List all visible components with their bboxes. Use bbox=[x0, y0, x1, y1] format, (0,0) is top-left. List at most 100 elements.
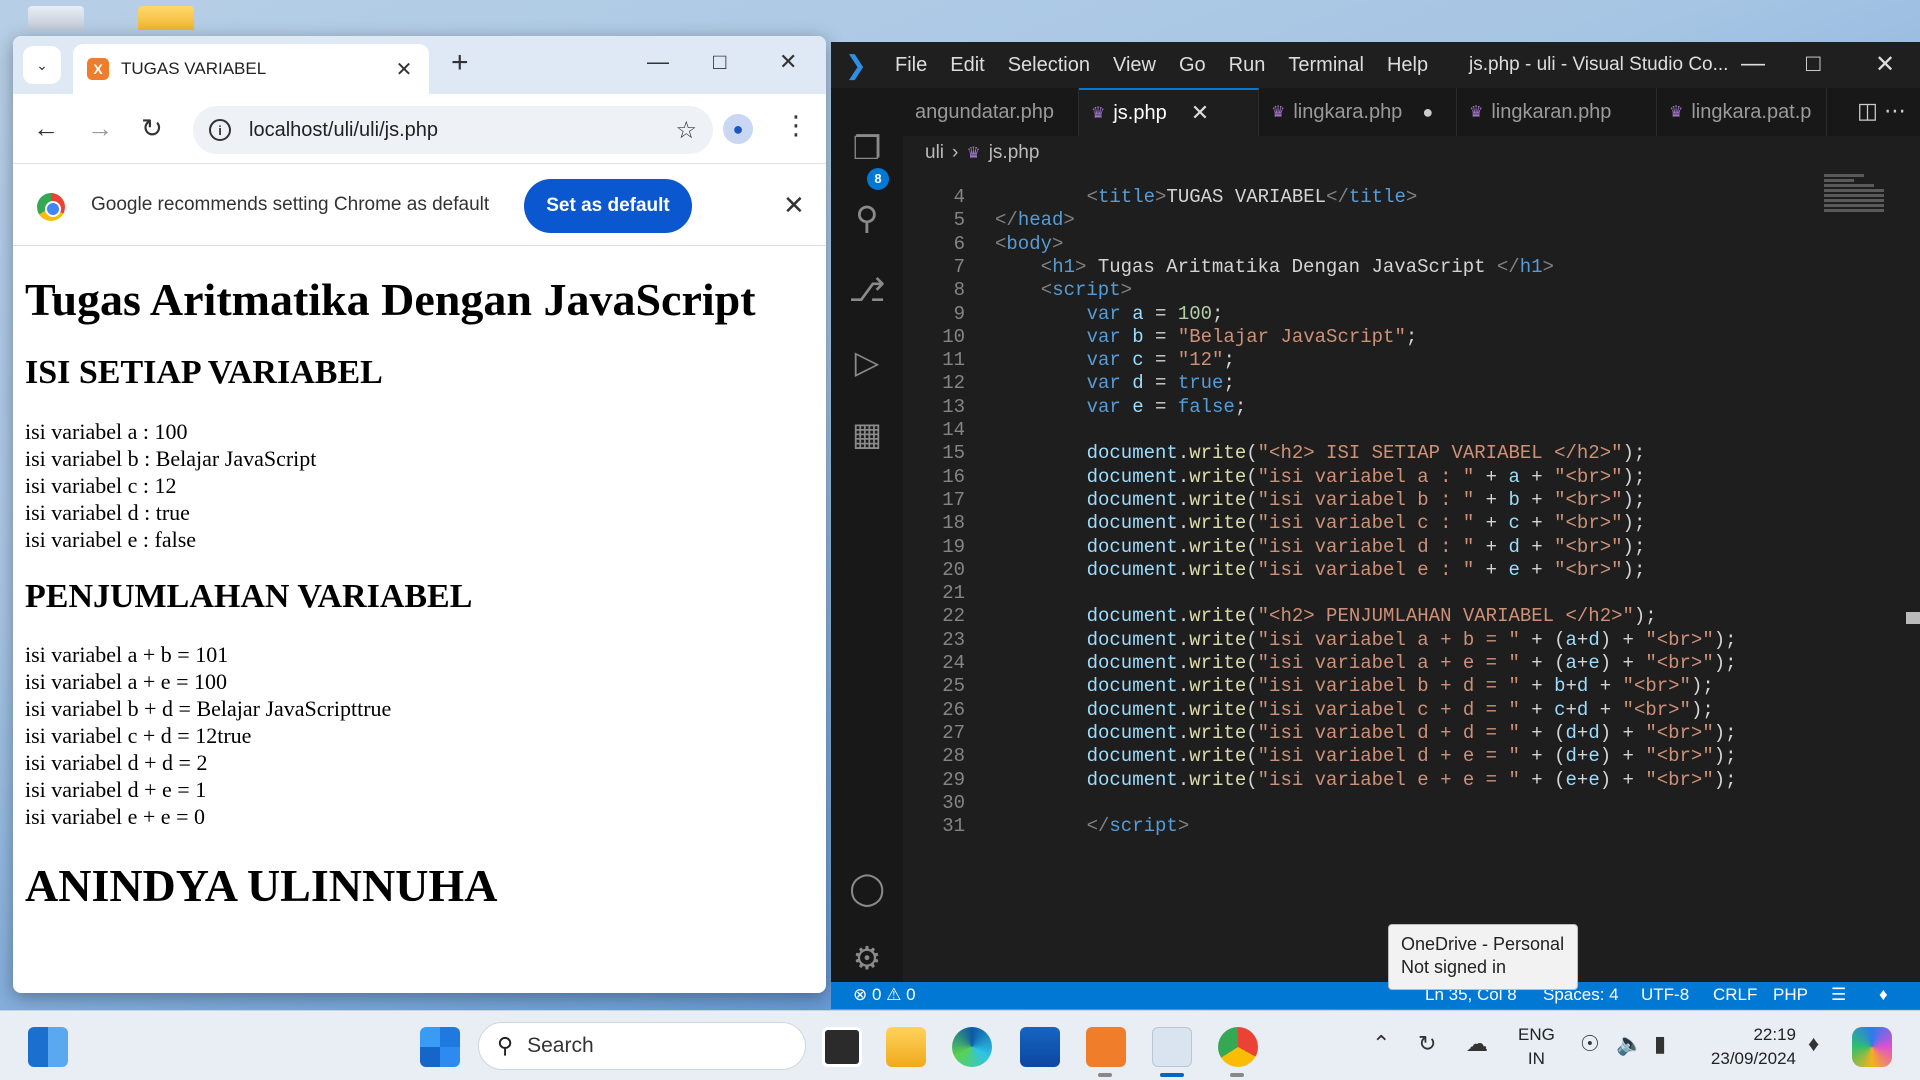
tab-search-button[interactable]: ⌄ bbox=[23, 46, 61, 84]
eol-setting[interactable]: CRLF bbox=[1713, 985, 1757, 1005]
editor-tab[interactable]: angundatar.php bbox=[903, 88, 1079, 136]
close-tab-icon[interactable]: ✕ bbox=[393, 57, 415, 82]
code-line[interactable]: 7 <h1> Tugas Aritmatika Dengan JavaScript… bbox=[903, 256, 1903, 280]
gear-icon[interactable]: ⚙ bbox=[847, 938, 887, 978]
code-line[interactable]: 13 var e = false; bbox=[903, 396, 1903, 420]
chrome-taskbar-icon[interactable] bbox=[1218, 1027, 1258, 1067]
vscode-taskbar-icon[interactable] bbox=[1152, 1027, 1192, 1067]
code-line[interactable]: 5 </head> bbox=[903, 209, 1903, 233]
editor-tab-active[interactable]: ♛ js.php ✕ bbox=[1079, 88, 1259, 136]
code-editor[interactable]: 4 <title>TUGAS VARIABEL</title> 5 </head> 6 <… bbox=[903, 174, 1903, 979]
menu-run[interactable]: Run bbox=[1229, 54, 1266, 77]
split-editor-icon[interactable]: ◫ ⋯ bbox=[1857, 98, 1906, 124]
code-line[interactable]: 16 document.write("isi variabel a : " + a… bbox=[903, 466, 1903, 490]
search-icon[interactable]: ⚲ bbox=[847, 198, 887, 238]
notification-bell-icon[interactable]: ♦ bbox=[1808, 1031, 1819, 1057]
code-line[interactable]: 11 var c = "12"; bbox=[903, 349, 1903, 373]
onedrive-cloud-icon[interactable]: ☁ bbox=[1466, 1031, 1488, 1057]
minimize-button[interactable]: — bbox=[647, 50, 669, 74]
code-line[interactable]: 18 document.write("isi variabel c : " + c… bbox=[903, 512, 1903, 536]
task-view-icon[interactable] bbox=[822, 1027, 862, 1067]
problems-indicator[interactable]: ⊗ 0 ⚠ 0 bbox=[853, 985, 916, 1005]
network-globe-icon[interactable]: ☉ bbox=[1580, 1031, 1600, 1057]
code-line[interactable]: 19 document.write("isi variabel d : " + d… bbox=[903, 536, 1903, 560]
system-clock[interactable]: 22:19 23/09/2024 bbox=[1700, 1023, 1796, 1071]
code-line[interactable]: 23 document.write("isi variabel a + b = "… bbox=[903, 629, 1903, 653]
encoding-setting[interactable]: UTF-8 bbox=[1641, 985, 1689, 1005]
close-infobar-icon[interactable]: ✕ bbox=[783, 190, 805, 221]
sync-icon[interactable]: ↻ bbox=[1418, 1031, 1436, 1057]
editor-scrollbar[interactable] bbox=[1906, 612, 1920, 624]
close-window-button[interactable]: ✕ bbox=[779, 50, 797, 74]
code-line[interactable]: 14 bbox=[903, 419, 1903, 443]
windows-start-icon[interactable] bbox=[420, 1027, 460, 1067]
editor-tab[interactable]: ♛ lingkara.php ● bbox=[1259, 88, 1457, 136]
notifications-bell-icon[interactable]: ♦ bbox=[1879, 985, 1888, 1005]
menu-terminal[interactable]: Terminal bbox=[1288, 54, 1364, 77]
code-line[interactable]: 24 document.write("isi variabel a + e = "… bbox=[903, 652, 1903, 676]
widgets-icon[interactable] bbox=[28, 1027, 68, 1067]
code-line[interactable]: 29 document.write("isi variabel e + e = "… bbox=[903, 769, 1903, 793]
menu-view[interactable]: View bbox=[1113, 54, 1156, 77]
code-line[interactable]: 31 </script> bbox=[903, 815, 1903, 839]
edge-browser-icon[interactable] bbox=[952, 1027, 992, 1067]
input-language[interactable]: ENG IN bbox=[1518, 1023, 1555, 1071]
breadcrumb-file[interactable]: js.php bbox=[989, 142, 1040, 164]
code-line[interactable]: 30 bbox=[903, 792, 1903, 816]
address-bar[interactable]: i localhost/uli/uli/js.php ☆ bbox=[193, 106, 713, 154]
file-explorer-icon[interactable] bbox=[886, 1027, 926, 1067]
code-line[interactable]: 10 var b = "Belajar JavaScript"; bbox=[903, 326, 1903, 350]
code-line[interactable]: 26 document.write("isi variabel c + d = "… bbox=[903, 699, 1903, 723]
code-line[interactable]: 6 <body> bbox=[903, 233, 1903, 257]
run-debug-icon[interactable]: ▷ bbox=[847, 342, 887, 382]
browser-tab[interactable]: X TUGAS VARIABEL ✕ bbox=[73, 44, 429, 94]
menu-go[interactable]: Go bbox=[1179, 54, 1206, 77]
taskbar-search-box[interactable]: ⚲ Search bbox=[478, 1022, 806, 1070]
forward-arrow-icon[interactable]: → bbox=[87, 114, 113, 142]
editor-tab[interactable]: ♛ lingkaran.php bbox=[1457, 88, 1657, 136]
source-control-icon[interactable]: ⎇ bbox=[847, 270, 887, 310]
breadcrumb-folder[interactable]: uli bbox=[925, 142, 944, 164]
url-text[interactable]: localhost/uli/uli/js.php bbox=[249, 119, 657, 142]
code-line[interactable]: 12 var d = true; bbox=[903, 372, 1903, 396]
reload-icon[interactable]: ↻ bbox=[141, 114, 163, 142]
close-window-button[interactable]: ✕ bbox=[1875, 50, 1895, 79]
site-info-icon[interactable]: i bbox=[209, 119, 231, 141]
menu-help[interactable]: Help bbox=[1387, 54, 1428, 77]
microsoft-store-icon[interactable] bbox=[1020, 1027, 1060, 1067]
folder-icon[interactable] bbox=[138, 6, 194, 30]
language-mode[interactable]: PHP bbox=[1773, 985, 1808, 1005]
code-line[interactable]: 20 document.write("isi variabel e : " + e… bbox=[903, 559, 1903, 583]
code-line[interactable]: 27 document.write("isi variabel d + d = "… bbox=[903, 722, 1903, 746]
code-line[interactable]: 28 document.write("isi variabel d + e = "… bbox=[903, 745, 1903, 769]
copilot-icon[interactable]: ☰ bbox=[1831, 985, 1846, 1005]
editor-tab[interactable]: ♛ lingkara.pat.p bbox=[1657, 88, 1827, 136]
chevron-up-icon[interactable]: ⌃ bbox=[1372, 1031, 1390, 1057]
new-tab-button[interactable]: + bbox=[451, 48, 469, 78]
menu-file[interactable]: File bbox=[895, 54, 927, 77]
explorer-files-icon[interactable]: ❐ bbox=[847, 128, 887, 168]
code-line[interactable]: 4 <title>TUGAS VARIABEL</title> bbox=[903, 186, 1903, 210]
minimize-button[interactable]: — bbox=[1741, 50, 1765, 78]
code-line[interactable]: 9 var a = 100; bbox=[903, 303, 1903, 327]
maximize-button[interactable]: □ bbox=[1806, 50, 1821, 78]
profile-avatar-icon[interactable]: ● bbox=[723, 114, 753, 144]
menu-edit[interactable]: Edit bbox=[950, 54, 984, 77]
battery-icon[interactable]: ▮ bbox=[1654, 1031, 1666, 1057]
code-line[interactable]: 8 <script> bbox=[903, 279, 1903, 303]
copilot-icon[interactable] bbox=[1852, 1027, 1892, 1067]
xampp-icon[interactable] bbox=[1086, 1027, 1126, 1067]
recycle-bin-icon[interactable] bbox=[28, 6, 84, 30]
maximize-button[interactable]: □ bbox=[713, 50, 726, 74]
code-line[interactable]: 15 document.write("<h2> ISI SETIAP VARIAB… bbox=[903, 442, 1903, 466]
code-line[interactable]: 17 document.write("isi variabel b : " + b… bbox=[903, 489, 1903, 513]
set-as-default-button[interactable]: Set as default bbox=[524, 179, 692, 233]
code-line[interactable]: 22 document.write("<h2> PENJUMLAHAN VARIA… bbox=[903, 605, 1903, 629]
code-line[interactable]: 25 document.write("isi variabel b + d = "… bbox=[903, 675, 1903, 699]
back-arrow-icon[interactable]: ← bbox=[33, 114, 59, 142]
bookmark-star-icon[interactable]: ☆ bbox=[675, 116, 697, 145]
kebab-menu-icon[interactable]: ⋮ bbox=[783, 110, 809, 140]
minimap[interactable] bbox=[1824, 172, 1892, 242]
volume-muted-icon[interactable]: 🔈 bbox=[1616, 1031, 1643, 1057]
code-line[interactable]: 21 bbox=[903, 582, 1903, 606]
